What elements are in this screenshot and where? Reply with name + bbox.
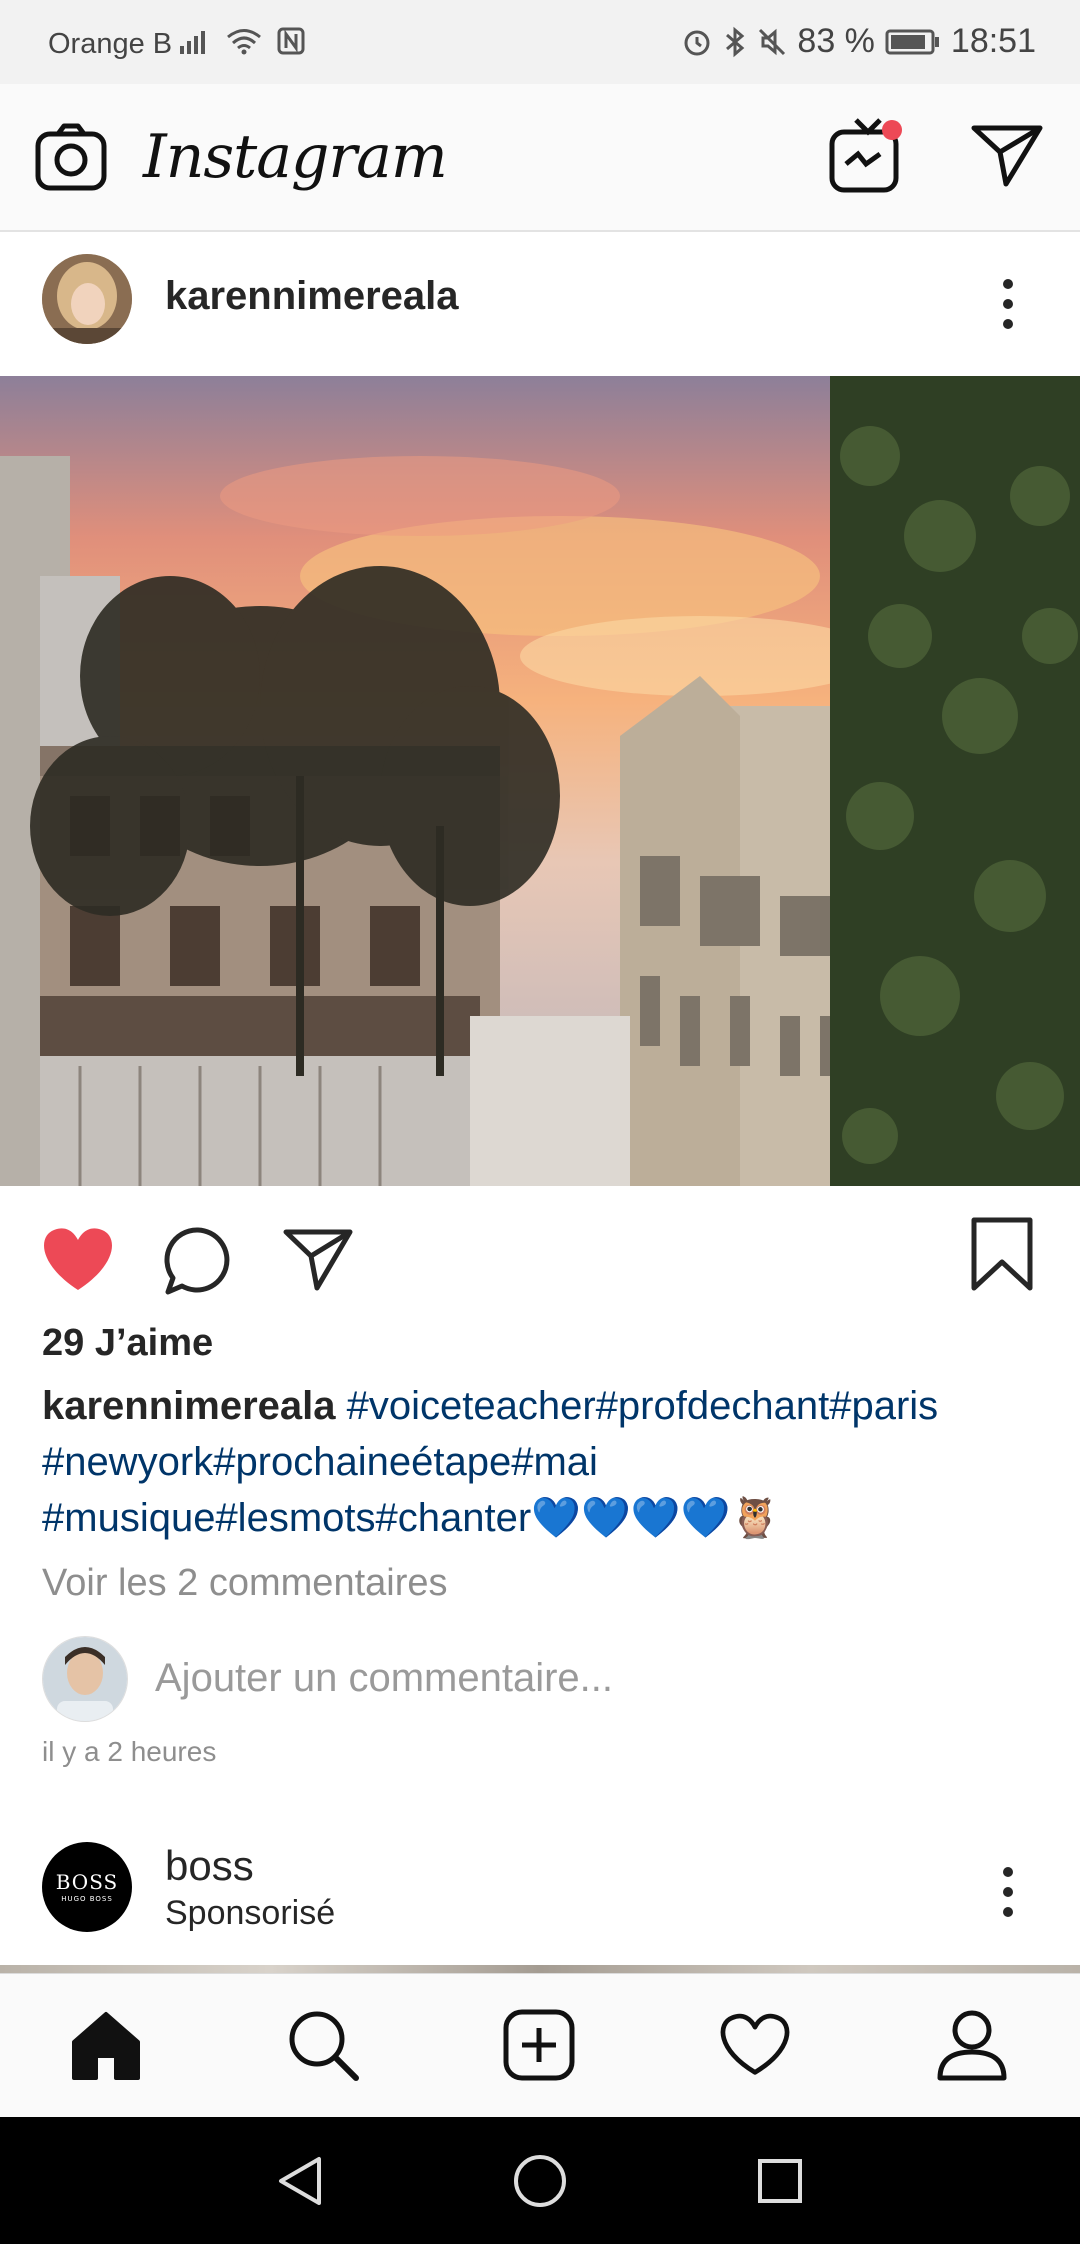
- nfc-icon: [277, 27, 305, 55]
- igtv-icon[interactable]: [828, 114, 908, 196]
- heart-filled-icon[interactable]: [40, 1224, 116, 1294]
- sponsored-post-header: BOSS HUGO BOSS boss Sponsorisé: [0, 1830, 1080, 1970]
- home-icon[interactable]: [70, 2010, 142, 2082]
- profile-icon[interactable]: [936, 2008, 1008, 2082]
- more-options-icon[interactable]: [996, 274, 1020, 334]
- camera-icon[interactable]: [34, 122, 108, 192]
- more-options-icon[interactable]: [996, 1862, 1020, 1922]
- system-navigation-bar: [0, 2117, 1080, 2244]
- post-timestamp: il y a 2 heures: [42, 1736, 217, 1767]
- battery-percent: 83 %: [797, 22, 875, 60]
- boss-avatar[interactable]: BOSS HUGO BOSS: [42, 1842, 132, 1932]
- caption-username[interactable]: karennimereala: [42, 1384, 336, 1428]
- direct-icon[interactable]: [970, 122, 1044, 188]
- status-bar: Orange B 83 % 18:51: [0, 0, 1080, 84]
- boss-logo-subtext: HUGO BOSS: [61, 1895, 113, 1903]
- search-icon[interactable]: [286, 2008, 360, 2082]
- status-right: 83 % 18:51: [681, 22, 1036, 61]
- mute-icon: [759, 28, 786, 55]
- commenter-avatar: [42, 1636, 128, 1722]
- sponsored-label: Sponsorisé: [165, 1894, 336, 1932]
- comment-input[interactable]: Ajouter un commentaire...: [155, 1656, 613, 1701]
- status-left-icons: [178, 26, 306, 56]
- post-username[interactable]: karennimereala: [165, 274, 459, 319]
- bluetooth-icon: [726, 26, 745, 57]
- alarm-icon: [684, 30, 710, 55]
- share-icon[interactable]: [282, 1226, 354, 1292]
- add-comment-row: Ajouter un commentaire...: [0, 1630, 1080, 1730]
- bookmark-icon[interactable]: [970, 1216, 1034, 1292]
- post-header: karennimereala: [0, 230, 1080, 376]
- view-comments-link[interactable]: Voir les 2 commentaires: [42, 1562, 448, 1605]
- bottom-navigation: [0, 1973, 1080, 2118]
- user-avatar[interactable]: [42, 254, 132, 344]
- battery-icon: [885, 29, 939, 54]
- home-circle-icon[interactable]: [512, 2153, 568, 2209]
- signal-icon: [180, 31, 205, 54]
- avatar-image: [42, 254, 132, 344]
- recents-icon[interactable]: [756, 2157, 804, 2205]
- clock: 18:51: [950, 22, 1036, 60]
- commenter-image: [43, 1637, 127, 1721]
- instagram-logo: Instagram: [143, 122, 448, 192]
- post-caption: karennimereala #voiceteacher#profdechant…: [42, 1378, 1052, 1546]
- add-post-icon[interactable]: [502, 2008, 576, 2082]
- sponsored-image-edge: [0, 1965, 1080, 1973]
- boss-logo-text: BOSS: [55, 1870, 119, 1894]
- post-photo[interactable]: [0, 376, 1080, 1186]
- comment-icon[interactable]: [162, 1224, 234, 1296]
- carrier-name: Orange B: [48, 28, 173, 60]
- sponsored-username[interactable]: boss: [165, 1842, 254, 1890]
- activity-heart-icon[interactable]: [718, 2012, 792, 2078]
- sunset-building-image: [0, 376, 1080, 1186]
- likes-count[interactable]: 29 J’aime: [42, 1322, 213, 1365]
- back-icon[interactable]: [275, 2153, 325, 2209]
- wifi-icon: [227, 29, 261, 55]
- app-top-bar: Instagram: [0, 84, 1080, 232]
- post-actions: [0, 1186, 1080, 1326]
